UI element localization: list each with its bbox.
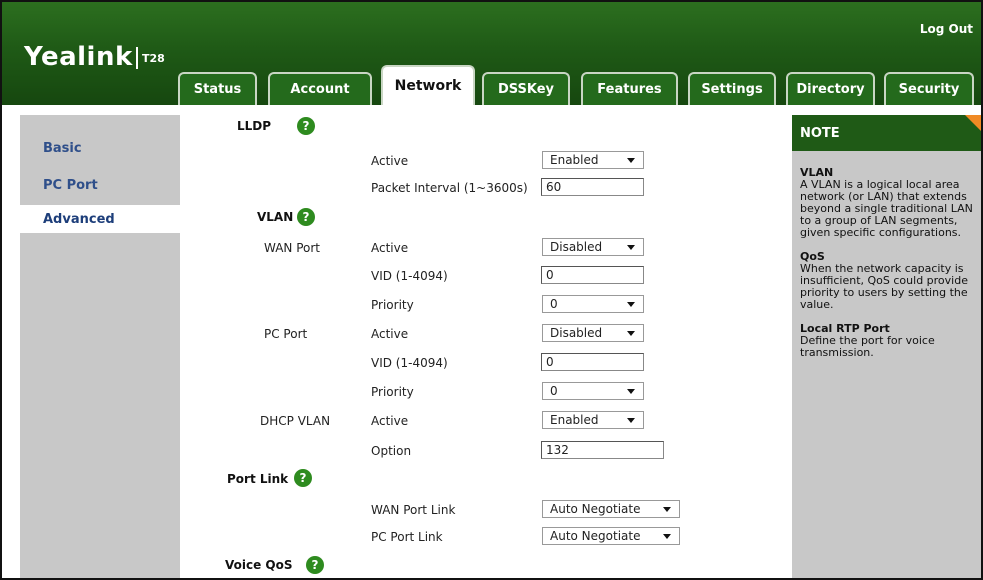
port-link-help-icon[interactable]: ?: [294, 469, 312, 487]
wan-port-link-label: WAN Port Link: [371, 503, 456, 517]
note-rtp-text: Define the port for voice transmission.: [800, 334, 935, 359]
wan-port-link-value: Auto Negotiate: [550, 502, 641, 516]
vlan-help-icon[interactable]: ?: [297, 208, 315, 226]
settings-form: LLDP ? Active Enabled Packet Interval (1…: [180, 105, 792, 578]
sidebar-item-basic[interactable]: Basic: [20, 134, 180, 162]
chevron-down-icon: [627, 158, 635, 163]
yealink-logo: Yealink: [24, 42, 133, 72]
tab-security[interactable]: Security: [884, 72, 974, 105]
dhcp-option-input[interactable]: 132: [541, 441, 664, 459]
lldp-active-select[interactable]: Enabled: [542, 151, 644, 169]
model-label: T28: [142, 52, 165, 65]
lldp-interval-label: Packet Interval (1~3600s): [371, 181, 528, 195]
wan-vid-input[interactable]: 0: [541, 266, 644, 284]
chevron-down-icon: [627, 302, 635, 307]
pc-priority-select[interactable]: 0: [542, 382, 644, 400]
vlan-section-title: VLAN: [257, 210, 294, 224]
chevron-down-icon: [627, 418, 635, 423]
browser-frame: Yealink T28 Log Out Status Account Netwo…: [0, 0, 983, 580]
pc-port-link-label: PC Port Link: [371, 530, 443, 544]
note-body: VLAN A VLAN is a logical local area netw…: [800, 167, 980, 359]
sidebar-item-advanced[interactable]: Advanced: [20, 205, 180, 233]
wan-priority-select[interactable]: 0: [542, 295, 644, 313]
note-corner-icon: [965, 115, 981, 135]
chevron-down-icon: [627, 245, 635, 250]
logo-separator: [136, 47, 138, 69]
dhcp-active-value: Enabled: [550, 413, 599, 427]
chevron-down-icon: [627, 389, 635, 394]
lldp-active-label: Active: [371, 154, 409, 168]
pc-vid-label: VID (1-4094): [371, 356, 448, 370]
port-link-section-title: Port Link: [227, 472, 289, 486]
tab-directory[interactable]: Directory: [786, 72, 875, 105]
sidebar-item-pc-port[interactable]: PC Port: [20, 171, 180, 199]
lldp-section-title: LLDP: [237, 119, 272, 133]
voice-qos-help-icon[interactable]: ?: [306, 556, 324, 574]
dhcp-vlan-label: DHCP VLAN: [260, 414, 331, 428]
pc-port-link-value: Auto Negotiate: [550, 529, 641, 543]
tab-features[interactable]: Features: [581, 72, 678, 105]
tab-account[interactable]: Account: [268, 72, 372, 105]
tab-dsskey[interactable]: DSSKey: [482, 72, 570, 105]
wan-active-value: Disabled: [550, 240, 603, 254]
note-title: NOTE: [792, 115, 981, 151]
wan-priority-value: 0: [550, 297, 558, 311]
tab-network[interactable]: Network: [381, 65, 475, 105]
lldp-help-icon[interactable]: ?: [297, 117, 315, 135]
header-bar: Yealink T28 Log Out Status Account Netwo…: [2, 2, 981, 105]
pc-port-link-select[interactable]: Auto Negotiate: [542, 527, 680, 545]
pc-active-select[interactable]: Disabled: [542, 324, 644, 342]
wan-port-link-select[interactable]: Auto Negotiate: [542, 500, 680, 518]
voice-qos-section-title: Voice QoS: [225, 558, 293, 572]
note-panel: NOTE VLAN A VLAN is a logical local area…: [792, 115, 981, 578]
left-sidebar: Basic PC Port Advanced: [20, 115, 180, 578]
logout-link[interactable]: Log Out: [920, 22, 973, 36]
pc-vid-input[interactable]: 0: [541, 353, 644, 371]
pc-active-label: Active: [371, 327, 409, 341]
lldp-active-value: Enabled: [550, 153, 599, 167]
pc-active-value: Disabled: [550, 326, 603, 340]
dhcp-active-select[interactable]: Enabled: [542, 411, 644, 429]
wan-active-select[interactable]: Disabled: [542, 238, 644, 256]
tab-settings[interactable]: Settings: [688, 72, 776, 105]
chevron-down-icon: [627, 331, 635, 336]
wan-priority-label: Priority: [371, 298, 414, 312]
pc-priority-value: 0: [550, 384, 558, 398]
wan-vid-label: VID (1-4094): [371, 269, 448, 283]
lldp-interval-input[interactable]: 60: [541, 178, 644, 196]
note-vlan-text: A VLAN is a logical local area network (…: [800, 178, 973, 239]
pc-port-label: PC Port: [264, 327, 308, 341]
dhcp-active-label: Active: [371, 414, 409, 428]
chevron-down-icon: [663, 534, 671, 539]
dhcp-option-label: Option: [371, 444, 412, 458]
chevron-down-icon: [663, 507, 671, 512]
tab-status[interactable]: Status: [178, 72, 257, 105]
wan-port-label: WAN Port: [264, 241, 320, 255]
wan-active-label: Active: [371, 241, 409, 255]
note-qos-text: When the network capacity is insufficien…: [800, 262, 968, 311]
pc-priority-label: Priority: [371, 385, 414, 399]
